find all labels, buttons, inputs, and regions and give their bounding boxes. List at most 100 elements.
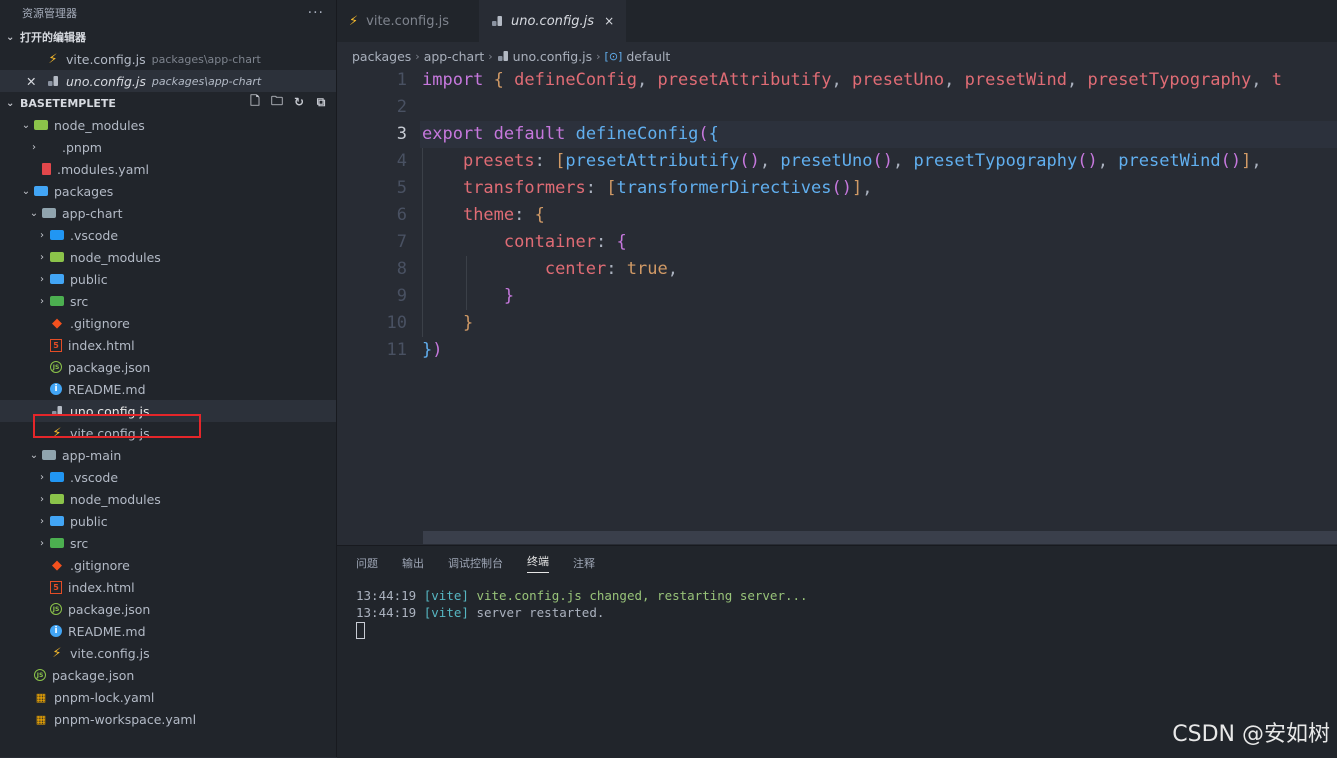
tab-output[interactable]: 输出: [402, 555, 424, 571]
new-file-icon[interactable]: 🗋: [248, 94, 262, 109]
tree-file[interactable]: JS package.json: [0, 356, 336, 378]
tree-file[interactable]: ◆ .gitignore: [0, 554, 336, 576]
code-line: }): [422, 340, 443, 360]
tree-folder[interactable]: › .vscode: [0, 224, 336, 246]
tree-folder[interactable]: › public: [0, 510, 336, 532]
tree-file[interactable]: 5 index.html: [0, 334, 336, 356]
tree-folder[interactable]: › node_modules: [0, 246, 336, 268]
folder-open-icon: [42, 208, 56, 218]
more-actions-icon[interactable]: ···: [308, 5, 324, 21]
code-line: }: [503, 286, 515, 306]
tree-folder[interactable]: › public: [0, 268, 336, 290]
file-label: uno.config.js: [66, 73, 146, 89]
tree-folder[interactable]: ⌄ app-main: [0, 444, 336, 466]
breadcrumb-item[interactable]: uno.config.js: [513, 49, 592, 64]
horizontal-scrollbar[interactable]: [423, 531, 1337, 544]
tab-uno-config[interactable]: uno.config.js ×: [478, 0, 627, 42]
code-line: import { defineConfig, presetAttributify…: [422, 70, 1282, 90]
tab-vite-config[interactable]: ⚡ vite.config.js: [337, 0, 461, 42]
tab-debug-console[interactable]: 调试控制台: [448, 555, 503, 571]
line-number: 2: [396, 97, 407, 117]
tree-file[interactable]: i README.md: [0, 378, 336, 400]
tree-folder[interactable]: › src: [0, 532, 336, 554]
unocss-icon: [491, 15, 503, 27]
workspace-label: BASETEMPLETE: [20, 96, 116, 110]
folder-open-icon: [42, 450, 56, 460]
code-line: theme: {: [462, 205, 545, 225]
tree-folder[interactable]: › .vscode: [0, 466, 336, 488]
tree-file[interactable]: JS package.json: [0, 664, 336, 686]
collapse-all-icon[interactable]: ⧉: [314, 95, 328, 109]
file-path: packages\app-chart: [151, 74, 262, 88]
tree-file[interactable]: .modules.yaml: [0, 158, 336, 180]
tree-folder[interactable]: › node_modules: [0, 488, 336, 510]
new-folder-icon[interactable]: 🗀: [270, 94, 284, 109]
breadcrumb-item[interactable]: app-chart: [424, 49, 485, 64]
terminal-time: 13:44:19: [356, 605, 417, 620]
tree-folder[interactable]: ⌄ app-chart: [0, 202, 336, 224]
tab-comments[interactable]: 注释: [573, 555, 595, 571]
open-editor-item[interactable]: ✕ uno.config.js packages\app-chart: [0, 70, 336, 92]
tree-folder[interactable]: › src: [0, 290, 336, 312]
tree-file[interactable]: ▦ pnpm-lock.yaml: [0, 686, 336, 708]
chevron-down-icon: ⌄: [6, 31, 15, 43]
line-number: 4: [396, 151, 407, 171]
chevron-down-icon: ⌄: [21, 119, 31, 131]
workspace-section[interactable]: ⌄ BASETEMPLETE 🗋 🗀 ↻ ⧉: [0, 92, 336, 114]
open-editors-section[interactable]: ⌄ 打开的编辑器: [0, 26, 336, 48]
nodejs-icon: JS: [50, 603, 62, 615]
tree-folder[interactable]: ⌄ node_modules: [0, 114, 336, 136]
git-icon: ◆: [52, 315, 62, 331]
refresh-icon[interactable]: ↻: [292, 95, 306, 109]
terminal[interactable]: 13:44:19 [vite] vite.config.js changed, …: [337, 580, 1337, 646]
tree-label: pnpm-workspace.yaml: [54, 711, 197, 727]
tree-file[interactable]: ▦ pnpm-workspace.yaml: [0, 708, 336, 730]
vite-icon: ⚡: [349, 13, 359, 29]
terminal-tag: [vite]: [423, 588, 469, 603]
tree-folder[interactable]: › .pnpm: [0, 136, 336, 158]
open-editor-item[interactable]: ⚡ vite.config.js packages\app-chart: [0, 48, 336, 70]
terminal-time: 13:44:19: [356, 588, 417, 603]
breadcrumb-item[interactable]: packages: [352, 49, 411, 64]
tree-file[interactable]: ◆ .gitignore: [0, 312, 336, 334]
breadcrumb-item[interactable]: default: [626, 49, 670, 64]
git-icon: ◆: [52, 557, 62, 573]
tree-label: packages: [54, 183, 114, 199]
tree-folder[interactable]: ⌄ packages: [0, 180, 336, 202]
tab-terminal[interactable]: 终端: [527, 553, 549, 573]
close-icon[interactable]: ×: [604, 14, 614, 28]
folder-packages-icon: [34, 186, 48, 196]
tree-label: index.html: [68, 579, 135, 595]
folder-public-icon: [50, 516, 64, 526]
line-number: 1: [396, 70, 407, 90]
close-icon[interactable]: ✕: [26, 74, 40, 89]
folder-icon: [42, 140, 56, 154]
chevron-right-icon: ›: [596, 49, 601, 63]
chevron-right-icon: ›: [40, 515, 44, 527]
panel-tabs: 问题 输出 调试控制台 终端 注释: [337, 546, 1337, 580]
line-number: 10: [386, 313, 407, 333]
breadcrumb: packages › app-chart › uno.config.js › [⊙] …: [352, 45, 670, 67]
chevron-right-icon: ›: [415, 49, 420, 63]
pnpm-icon: ▦: [35, 712, 47, 726]
html-icon: 5: [50, 580, 62, 594]
info-icon: i: [50, 383, 62, 395]
line-number: 5: [396, 178, 407, 198]
chevron-right-icon: ›: [40, 295, 44, 307]
tree-label: .vscode: [70, 469, 119, 485]
chevron-down-icon: ⌄: [29, 449, 39, 461]
tree-file[interactable]: 5 index.html: [0, 576, 336, 598]
tab-problems[interactable]: 问题: [356, 555, 378, 571]
tree-label: package.json: [68, 359, 151, 375]
tree-file[interactable]: JS package.json: [0, 598, 336, 620]
file-label: vite.config.js: [66, 51, 146, 67]
code-editor[interactable]: 1 2 3 4 5 6 7 8 9 10 11 import { defineC…: [337, 67, 1337, 537]
folder-vscode-icon: [50, 230, 64, 240]
tree-file[interactable]: ⚡ vite.config.js: [0, 642, 336, 664]
nodejs-icon: JS: [34, 669, 46, 681]
tree-label: index.html: [68, 337, 135, 353]
line-number: 7: [396, 232, 407, 252]
tree-file[interactable]: i README.md: [0, 620, 336, 642]
folder-node-icon: [34, 120, 48, 130]
terminal-message: vite.config.js changed, restarting serve…: [476, 588, 808, 603]
